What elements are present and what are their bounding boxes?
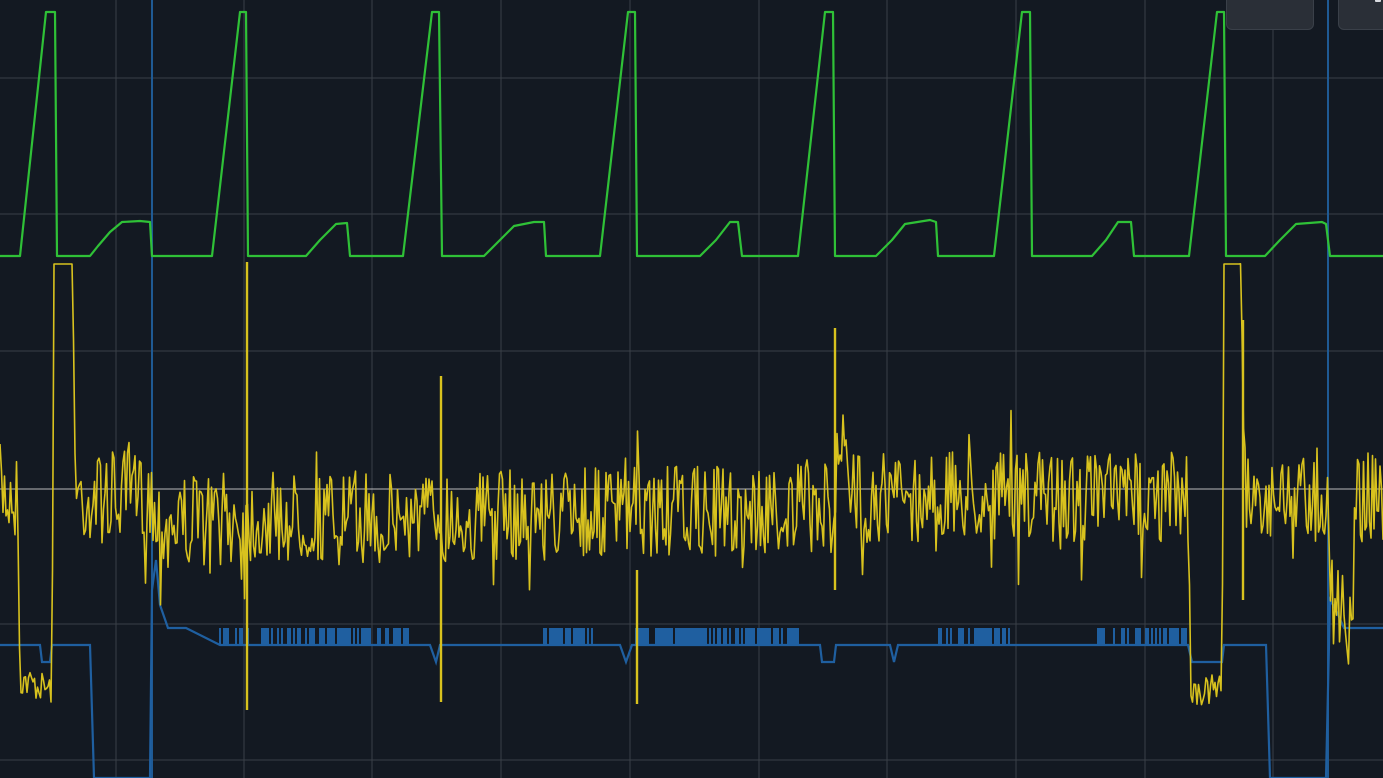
blue-burst-4 [1097,628,1187,645]
blue-burst-2 [635,628,799,645]
plot-grid [0,0,1383,778]
screenshot-button[interactable] [1226,0,1314,30]
oscilloscope-plot [0,0,1383,778]
green-waveform [0,10,1383,258]
blue-burst-3 [938,628,1010,645]
blue-burst-1 [543,628,593,645]
vertical-markers [151,0,1329,778]
series-green-trace [0,10,1383,258]
blue-waveform [0,559,1383,778]
panel-button[interactable] [1338,0,1383,30]
series-blue-trace [0,559,1383,778]
panel-icon [1375,0,1381,2]
